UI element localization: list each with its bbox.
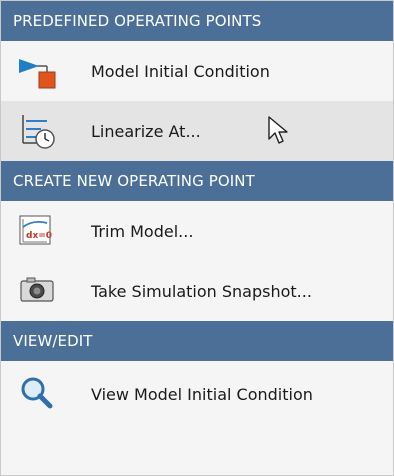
menu-item-label: Take Simulation Snapshot...: [91, 281, 312, 301]
menu-item-label: View Model Initial Condition: [91, 384, 313, 404]
menu-item-label: Trim Model...: [91, 221, 194, 241]
section-header-predefined-operating-points: PREDEFINED OPERATING POINTS: [1, 1, 393, 41]
menu-item-trim-model[interactable]: dx=0 Trim Model...: [1, 201, 393, 261]
section-header-view-edit: VIEW/EDIT: [1, 321, 393, 361]
menu-item-label: Model Initial Condition: [91, 61, 270, 81]
menu-item-model-initial-condition[interactable]: Model Initial Condition: [1, 41, 393, 101]
model-initial-condition-icon: [17, 51, 65, 91]
trim-model-icon: dx=0: [17, 211, 65, 251]
menu-item-view-model-initial-condition[interactable]: View Model Initial Condition: [1, 361, 393, 427]
menu-item-take-simulation-snapshot[interactable]: Take Simulation Snapshot...: [1, 261, 393, 321]
camera-icon: [17, 271, 65, 311]
operating-point-menu: PREDEFINED OPERATING POINTS Model Initia…: [0, 0, 394, 476]
trim-icon-text: dx=0: [26, 231, 52, 241]
mouse-pointer-icon: [267, 115, 289, 149]
menu-item-linearize-at[interactable]: Linearize At...: [1, 101, 393, 161]
section-header-create-new-operating-point: CREATE NEW OPERATING POINT: [1, 161, 393, 201]
magnifier-icon: [17, 374, 65, 414]
menu-item-label: Linearize At...: [91, 121, 201, 141]
linearize-at-icon: [17, 111, 65, 151]
